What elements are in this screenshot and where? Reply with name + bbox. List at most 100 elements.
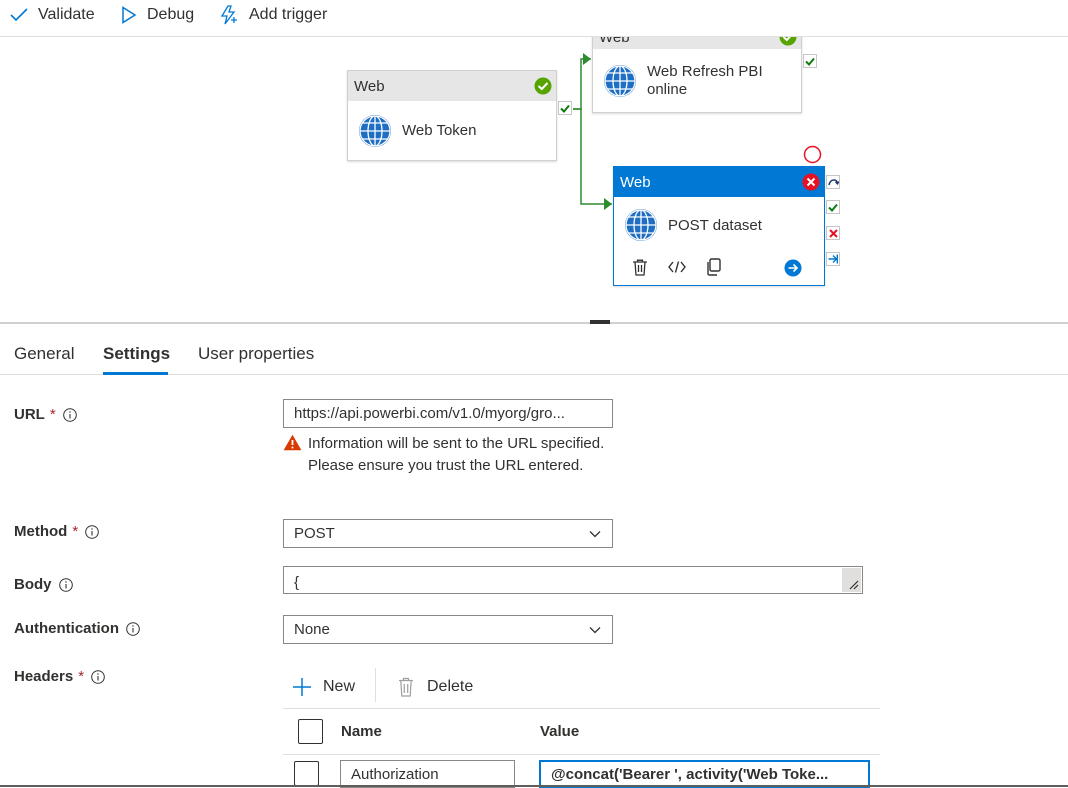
skip-output-port[interactable] xyxy=(826,175,840,189)
node-body: POST dataset xyxy=(614,197,824,253)
plus-icon xyxy=(293,678,311,696)
authentication-value: None xyxy=(294,621,330,638)
chevron-down-icon xyxy=(589,530,601,537)
globe-icon xyxy=(359,114,391,147)
table-top-border xyxy=(283,708,880,709)
code-icon[interactable] xyxy=(668,261,686,273)
tab-general[interactable]: General xyxy=(14,344,74,364)
skip-arrow-icon xyxy=(827,178,839,185)
success-status-icon xyxy=(779,37,797,46)
lightning-icon xyxy=(220,5,237,25)
pipeline-canvas[interactable]: Web Web Token Web Web Refresh PBI online xyxy=(0,37,1068,323)
play-icon xyxy=(122,6,137,24)
checkmark-icon xyxy=(560,104,570,113)
node-actions xyxy=(614,253,824,283)
select-all-checkbox[interactable] xyxy=(298,719,323,744)
toolbar: Validate Debug Add trigger xyxy=(0,0,1068,37)
node-name: POST dataset xyxy=(668,216,762,234)
failure-output-port[interactable] xyxy=(826,226,840,240)
authentication-dropdown[interactable]: None xyxy=(283,615,613,644)
table-header-border xyxy=(283,754,880,755)
headers-label-row: Headers * xyxy=(14,668,105,685)
success-status-icon xyxy=(534,77,552,95)
debug-label: Debug xyxy=(147,6,195,23)
required-marker: * xyxy=(78,668,85,685)
method-label: Method xyxy=(14,523,68,540)
info-icon[interactable] xyxy=(126,621,140,636)
node-name-line2: online xyxy=(647,80,688,98)
info-icon[interactable] xyxy=(62,407,77,422)
body-label: Body xyxy=(14,576,52,593)
delete-icon[interactable] xyxy=(632,259,648,276)
authentication-label-row: Authentication xyxy=(14,620,140,637)
x-icon xyxy=(828,228,838,238)
node-type-label: Web xyxy=(599,37,630,46)
node-name: Web Token xyxy=(402,122,477,139)
new-label: New xyxy=(323,678,356,695)
node-header: Web xyxy=(614,167,824,197)
node-type-label: Web xyxy=(620,173,651,191)
success-output-port[interactable] xyxy=(803,54,817,68)
chevron-down-icon xyxy=(589,626,601,633)
active-tab-indicator xyxy=(103,372,168,375)
node-body: Web Token xyxy=(348,101,556,160)
command-divider xyxy=(375,668,376,702)
activity-node-web-token[interactable]: Web Web Token xyxy=(347,70,557,161)
node-name-line1: Web Refresh PBI xyxy=(647,62,763,80)
add-trigger-label: Add trigger xyxy=(249,6,328,23)
tab-user-properties[interactable]: User properties xyxy=(198,344,314,364)
method-value: POST xyxy=(294,525,335,542)
trash-icon xyxy=(399,677,413,697)
header-value-input[interactable]: @concat('Bearer ', activity('Web Toke... xyxy=(539,760,870,788)
completion-output-port[interactable] xyxy=(826,252,840,266)
debug-button[interactable]: Debug xyxy=(121,4,194,26)
info-icon[interactable] xyxy=(85,524,99,539)
activity-node-web-refresh-pbi-online[interactable]: Web Web Refresh PBI online xyxy=(592,37,802,113)
info-icon[interactable] xyxy=(91,669,105,684)
node-header: Web xyxy=(348,71,556,101)
validate-button[interactable]: Validate xyxy=(10,4,95,26)
column-header-name: Name xyxy=(341,723,382,740)
checkmark-icon xyxy=(805,57,815,66)
column-header-value: Value xyxy=(540,723,580,740)
activity-node-post-dataset[interactable]: Web POST dataset xyxy=(613,166,825,286)
arrow-right-icon xyxy=(828,254,838,264)
copy-icon[interactable] xyxy=(706,258,722,276)
success-output-port[interactable] xyxy=(558,101,572,115)
error-indicator-circle xyxy=(803,145,822,164)
body-textarea[interactable]: { xyxy=(283,566,863,594)
url-value: https://api.powerbi.com/v1.0/myorg/gro..… xyxy=(294,405,565,422)
info-icon[interactable] xyxy=(58,577,73,592)
properties-tabs: General Settings User properties xyxy=(0,324,1068,375)
add-trigger-button[interactable]: Add trigger xyxy=(219,4,327,26)
required-marker: * xyxy=(49,406,56,423)
error-status-icon xyxy=(802,173,820,191)
url-label: URL xyxy=(14,406,45,423)
url-warning-text: Information will be sent to the URL spec… xyxy=(308,435,605,474)
delete-header-button[interactable]: Delete xyxy=(398,676,473,698)
globe-icon xyxy=(625,209,657,241)
arrow-right-circle-icon[interactable] xyxy=(784,259,802,277)
tab-settings[interactable]: Settings xyxy=(103,344,170,364)
url-label-row: URL * xyxy=(14,406,77,423)
globe-icon xyxy=(604,64,636,97)
resize-grip[interactable] xyxy=(842,568,861,592)
node-body: Web Refresh PBI online xyxy=(593,49,801,112)
body-value: { xyxy=(294,574,300,591)
url-input[interactable]: https://api.powerbi.com/v1.0/myorg/gro..… xyxy=(283,399,613,428)
success-output-port[interactable] xyxy=(826,200,840,214)
new-header-button[interactable]: New xyxy=(292,676,355,698)
authentication-label: Authentication xyxy=(14,620,119,637)
method-dropdown[interactable]: POST xyxy=(283,519,613,548)
header-name-input[interactable]: Authorization xyxy=(340,760,515,788)
delete-label: Delete xyxy=(427,678,474,695)
validate-label: Validate xyxy=(38,6,95,23)
required-marker: * xyxy=(72,523,79,540)
resize-grip-icon xyxy=(849,580,859,590)
node-header: Web xyxy=(593,37,801,49)
body-label-row: Body xyxy=(14,576,73,593)
method-label-row: Method * xyxy=(14,523,99,540)
warning-icon xyxy=(283,434,302,451)
row-checkbox[interactable] xyxy=(294,761,319,786)
checkmark-icon xyxy=(828,203,838,212)
